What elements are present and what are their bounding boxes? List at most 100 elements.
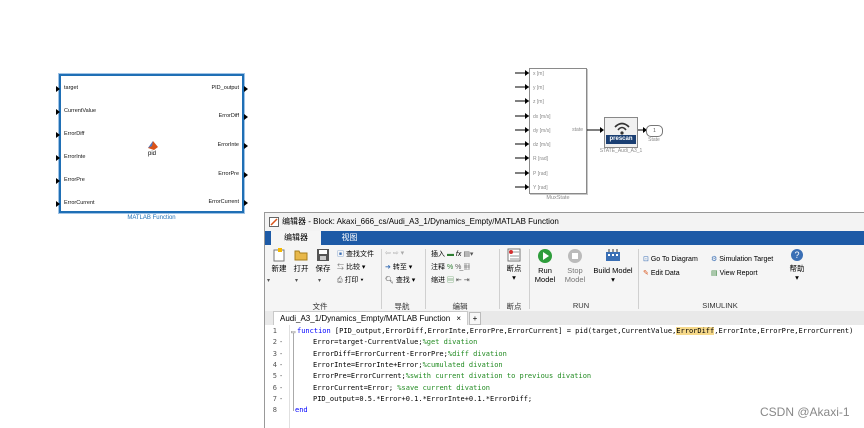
code-line: ErrorCurrent=Error; %save current divati… xyxy=(313,383,491,392)
mux-input-label: dy [m/s] xyxy=(533,128,551,134)
new-label: 新建 xyxy=(271,264,287,273)
insert-label: 插入 xyxy=(431,251,445,258)
output-port-label: ErrorInte xyxy=(217,142,239,148)
document-tab-label: Audi_A3_1/Dynamics_Empty/MATLAB Function xyxy=(280,314,451,323)
comment-more-icon: ▦ xyxy=(463,264,471,271)
code-line: ErrorInte=ErrorInte+Error;%cumulated div… xyxy=(313,360,503,369)
build-model-button[interactable]: Build Model ▾ xyxy=(591,248,635,284)
find-button[interactable]: 🔍︎ 查找 ▾ xyxy=(385,275,415,285)
find-files-button[interactable]: ▣ 查找文件 xyxy=(337,249,374,259)
matlab-function-block[interactable]: target CurrentValue ErrorDiff ErrorInte … xyxy=(56,74,248,213)
output-port-arrow xyxy=(244,86,248,92)
compare-button[interactable]: ⇆ 比较 ▾ xyxy=(337,262,365,272)
editor-window: 编辑器 - Block: Akaxi_666_cs/Audi_A3_1/Dyna… xyxy=(264,212,864,428)
help-label: 帮助 xyxy=(789,264,805,273)
input-port-arrow xyxy=(56,132,60,138)
indent-button[interactable]: 缩进 ▤ ⇤ ⇥ xyxy=(431,275,470,285)
output-port-label: ErrorPre xyxy=(218,171,239,177)
breakpoints-dropdown-icon: ▾ xyxy=(512,273,516,282)
close-icon[interactable]: × xyxy=(456,314,461,323)
new-icon xyxy=(273,248,285,262)
prescan-block[interactable]: prescan xyxy=(604,117,638,148)
run-model-button[interactable]: Run Model xyxy=(531,248,559,284)
build-model-label: Build Model xyxy=(593,266,633,275)
stop-model-label: Stop Model xyxy=(564,266,586,284)
ribbon-separator xyxy=(638,249,639,309)
simulation-target-button[interactable]: ⚙ Simulation Target xyxy=(711,255,773,263)
editor-titlebar: 编辑器 - Block: Akaxi_666_cs/Audi_A3_1/Dyna… xyxy=(265,213,864,232)
document-tab-bar: Audi_A3_1/Dynamics_Empty/MATLAB Function… xyxy=(265,311,864,326)
insert-button[interactable]: 插入 ▬ fx ▤▾ xyxy=(431,249,473,259)
print-label: 打印 xyxy=(344,277,359,284)
new-button[interactable]: 新建 xyxy=(268,248,290,273)
save-dropdown-icon[interactable]: ▾ xyxy=(318,277,321,284)
wifi-icon xyxy=(614,122,630,135)
goto-button[interactable]: ➜ 转至 ▾ xyxy=(385,262,412,272)
line-number: 6 xyxy=(272,383,277,392)
save-label: 保存 xyxy=(315,264,331,273)
input-port-arrow xyxy=(56,109,60,115)
new-dropdown-icon[interactable]: ▾ xyxy=(267,277,270,284)
output-port-arrow xyxy=(244,172,248,178)
wrap-icon: %̲ xyxy=(455,264,462,271)
line-marker: - xyxy=(279,394,284,403)
stop-model-button[interactable]: Stop Model xyxy=(561,248,589,284)
tab-editor[interactable]: 编辑器 xyxy=(271,231,321,245)
mux-input-label: z [m] xyxy=(533,99,544,105)
output-port-label: ErrorDiff xyxy=(218,113,239,119)
line-number: 7 xyxy=(272,394,277,403)
comment-button[interactable]: 注释 % %̲ ▦ xyxy=(431,262,470,272)
print-button[interactable]: ⎙ 打印 ▾ xyxy=(337,275,363,285)
breakpoints-button[interactable]: 断点 ▾ xyxy=(502,248,526,282)
breakpoints-icon xyxy=(507,248,521,262)
mux-input-lines xyxy=(515,70,529,190)
fx-icon: fx xyxy=(455,251,462,258)
fold-guide-line xyxy=(293,333,294,411)
gutter-separator xyxy=(289,325,290,428)
ribbon-separator xyxy=(425,249,426,309)
find-label: 查找 xyxy=(395,277,410,284)
code-line: Error=target-CurrentValue;%get divation xyxy=(313,338,478,347)
mux-input-label: dx [m/s] xyxy=(533,114,551,120)
diagram-icon: ⊡ xyxy=(643,256,649,263)
line-marker: - xyxy=(279,360,284,369)
code-line: PID_output=0.5.*Error+0.1.*ErrorInte+0.1… xyxy=(313,394,533,403)
indent-right-icon: ⇥ xyxy=(463,277,470,284)
mux-input-label: y [m] xyxy=(533,85,544,91)
folder-icon xyxy=(294,250,308,261)
ribbon-separator xyxy=(529,249,530,309)
section-run-label: RUN xyxy=(572,301,590,310)
help-button[interactable]: ? 帮助 ▾ xyxy=(785,248,809,282)
outport-block[interactable]: 1 xyxy=(646,125,663,137)
add-tab-button[interactable]: + xyxy=(469,312,481,325)
tab-view[interactable]: 视图 xyxy=(327,231,372,245)
open-label: 打开 xyxy=(293,264,309,273)
save-button[interactable]: 保存 xyxy=(312,248,334,273)
open-button[interactable]: 打开 xyxy=(290,248,312,273)
go-to-diagram-button[interactable]: ⊡ Go To Diagram xyxy=(643,255,698,263)
output-port-label: PID_output xyxy=(211,85,239,91)
output-port-label: ErrorCurrent xyxy=(208,199,239,205)
help-icon: ? xyxy=(791,249,803,261)
line-marker: - xyxy=(279,383,284,392)
edit-data-button[interactable]: ✎ Edit Data xyxy=(643,269,680,277)
input-port-label: ErrorPre xyxy=(64,177,85,183)
back-arrow-icon: ⇦ xyxy=(385,250,391,257)
code-line: function [PID_output,ErrorDiff,ErrorInte… xyxy=(297,327,854,335)
line-number: 3 xyxy=(272,349,277,358)
mux-state-block[interactable]: x [m] y [m] z [m] dx [m/s] dy [m/s] dz [… xyxy=(529,68,587,194)
open-dropdown-icon[interactable]: ▾ xyxy=(295,277,298,284)
build-icon xyxy=(606,249,620,261)
input-port-arrow xyxy=(56,86,60,92)
document-tab[interactable]: Audi_A3_1/Dynamics_Empty/MATLAB Function… xyxy=(273,311,469,326)
back-forward-buttons[interactable]: ⇦ ⇨ ▾ xyxy=(385,249,404,257)
line-number: 2 xyxy=(272,338,277,347)
mux-input-label: P [rad] xyxy=(533,171,548,177)
output-port-arrow xyxy=(244,200,248,206)
view-report-button[interactable]: ▤ View Report xyxy=(711,269,758,277)
build-dropdown-icon: ▾ xyxy=(611,275,615,284)
indent-icon: ▤ xyxy=(446,277,454,284)
print-icon: ⎙ xyxy=(337,277,343,284)
section-simulink-label: SIMULINK xyxy=(702,301,738,310)
input-port-arrow xyxy=(56,201,60,207)
